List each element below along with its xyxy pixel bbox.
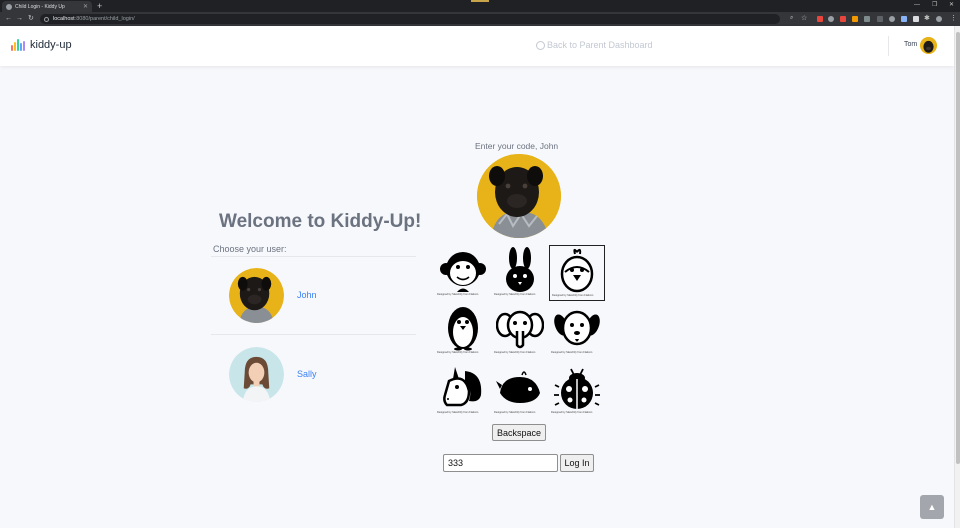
pug-avatar [229,267,284,323]
user-name-link[interactable]: Sally [297,369,317,379]
girl-avatar [229,346,284,402]
logo-bars-icon [11,39,25,51]
credit-text: Designed by Sketchify from Flaticon [437,411,479,414]
animal-button-dog[interactable]: Designed by Sketchify from Flaticon [549,303,605,359]
animal-button-unicorn[interactable]: Designed by Sketchify from Flaticon [435,363,491,419]
scroll-to-top-button[interactable]: ▲ [920,495,944,519]
animal-button-whale[interactable]: Designed by Sketchify from Flaticon [492,363,548,419]
code-input[interactable] [443,454,558,472]
backspace-button[interactable]: Backspace [492,424,546,441]
extension-icon[interactable] [877,16,883,22]
dog-icon [554,310,600,346]
browser-toolbar: ← → ↻ localhost :8080/parent/child_login… [0,12,960,26]
user-name[interactable]: Tom [904,41,917,48]
credit-text: Designed by Sketchify from Flaticon [552,294,594,297]
user-option-john[interactable]: John [229,267,419,323]
extension-icon[interactable] [864,16,870,22]
back-to-dashboard-link[interactable]: Back to Parent Dashboard [536,40,653,50]
user-name-link[interactable]: John [297,290,317,300]
divider [211,256,416,257]
page-scrollbar[interactable] [954,26,960,528]
animal-button-chick[interactable]: Designed by Sketchify from Flaticon [549,245,605,301]
ladybug-icon [554,368,600,409]
credit-text: Designed by Sketchify from Flaticon [494,411,536,414]
tab-title: Child Login - Kiddy Up [15,3,65,10]
window-indicator [471,0,489,2]
credit-text: Designed by Sketchify from Flaticon [494,293,536,296]
chevron-up-icon: ▲ [927,502,937,512]
chick-icon [560,248,594,293]
extension-icon[interactable] [889,16,895,22]
address-field[interactable]: localhost :8080/parent/child_login/ [40,14,780,24]
new-tab-icon[interactable]: + [97,1,102,11]
credit-text: Designed by Sketchify from Flaticon [494,351,536,354]
extension-icon[interactable] [828,16,834,22]
unicorn-icon [443,367,482,407]
browser-tabstrip: Child Login - Kiddy Up ✕ + — ❐ ✕ [0,0,960,12]
login-button[interactable]: Log In [560,454,594,472]
animal-button-ladybug[interactable]: Designed by Sketchify from Flaticon [549,363,605,419]
close-tab-icon[interactable]: ✕ [83,4,88,10]
extension-icon[interactable] [817,16,823,22]
reload-icon[interactable]: ↻ [28,14,34,23]
back-arrow-icon[interactable]: ← [5,14,12,23]
selected-user-avatar [477,154,561,238]
scrollbar-thumb[interactable] [956,32,960,464]
credit-text: Designed by Sketchify from Flaticon [437,293,479,296]
credit-text: Designed by Sketchify from Flaticon [551,351,593,354]
penguin-icon [448,307,478,351]
puzzle-icon[interactable]: ✱ [924,14,930,23]
divider [888,36,889,56]
extension-icon[interactable] [901,16,907,22]
enter-code-prompt: Enter your code, John [475,141,559,151]
animal-button-penguin[interactable]: Designed by Sketchify from Flaticon [435,303,491,359]
elephant-icon [496,310,544,349]
credit-text: Designed by Sketchify from Flaticon [437,351,479,354]
extension-icon[interactable] [852,16,858,22]
person-icon [536,40,545,50]
menu-dots-icon[interactable]: ⋮ [950,14,957,23]
bookmark-star-icon[interactable]: ☆ [801,14,807,23]
user-option-sally[interactable]: Sally [229,346,419,402]
divider [211,334,416,335]
globe-icon [6,3,12,10]
rabbit-icon [506,247,534,292]
zoom-icon[interactable]: ⌕ [790,14,793,23]
url-path: :8080/parent/child_login/ [74,16,135,22]
whale-icon [496,371,540,403]
welcome-heading: Welcome to Kiddy-Up! [219,211,422,232]
animal-button-elephant[interactable]: Designed by Sketchify from Flaticon [492,303,548,359]
animal-button-rabbit[interactable]: Designed by Sketchify from Flaticon [492,245,548,301]
user-avatar[interactable] [920,37,937,54]
info-icon [44,16,49,22]
monkey-icon [440,252,486,292]
browser-tab[interactable]: Child Login - Kiddy Up ✕ [2,1,92,12]
credit-text: Designed by Sketchify from Flaticon [551,411,593,414]
maximize-icon[interactable]: ❐ [932,1,937,9]
minimize-icon[interactable]: — [914,1,920,9]
choose-user-label: Choose your user: [213,244,287,254]
profile-icon[interactable] [936,16,942,22]
brand-name[interactable]: kiddy-up [30,39,72,51]
app-navbar: kiddy-up Back to Parent Dashboard Tom [0,26,954,66]
extension-icon[interactable] [913,16,919,22]
animal-button-monkey[interactable]: Designed by Sketchify from Flaticon [435,245,491,301]
close-window-icon[interactable]: ✕ [949,1,954,9]
url-host: localhost [53,16,75,22]
extension-icon[interactable] [840,16,846,22]
forward-arrow-icon[interactable]: → [16,14,23,23]
back-link-label: Back to Parent Dashboard [547,40,653,50]
